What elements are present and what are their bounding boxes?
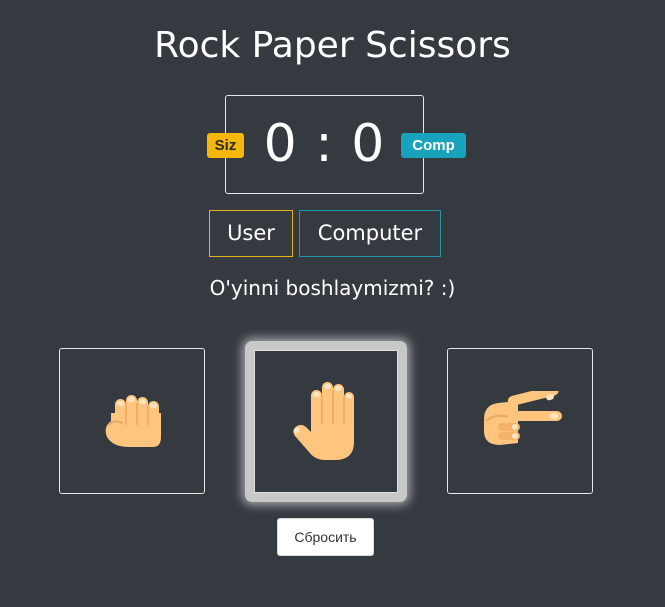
- scoreboard: Siz 0 : 0 Comp: [207, 95, 466, 194]
- scissors-hand-icon: [484, 391, 562, 445]
- user-label: User: [209, 210, 293, 257]
- paper-choice-button[interactable]: [245, 341, 407, 502]
- rock-choice-button[interactable]: [59, 348, 205, 494]
- computer-label: Computer: [299, 210, 441, 257]
- open-hand-icon: [293, 381, 354, 460]
- fist-icon: [105, 395, 161, 447]
- score-display: 0 : 0: [263, 114, 386, 174]
- reset-button[interactable]: Сбросить: [277, 518, 374, 556]
- computer-score-badge: Comp: [401, 133, 466, 158]
- scissors-choice-button[interactable]: [447, 348, 593, 494]
- page-title: Rock Paper Scissors: [154, 25, 511, 66]
- status-message: O'yinni boshlaymizmi? :): [209, 276, 456, 300]
